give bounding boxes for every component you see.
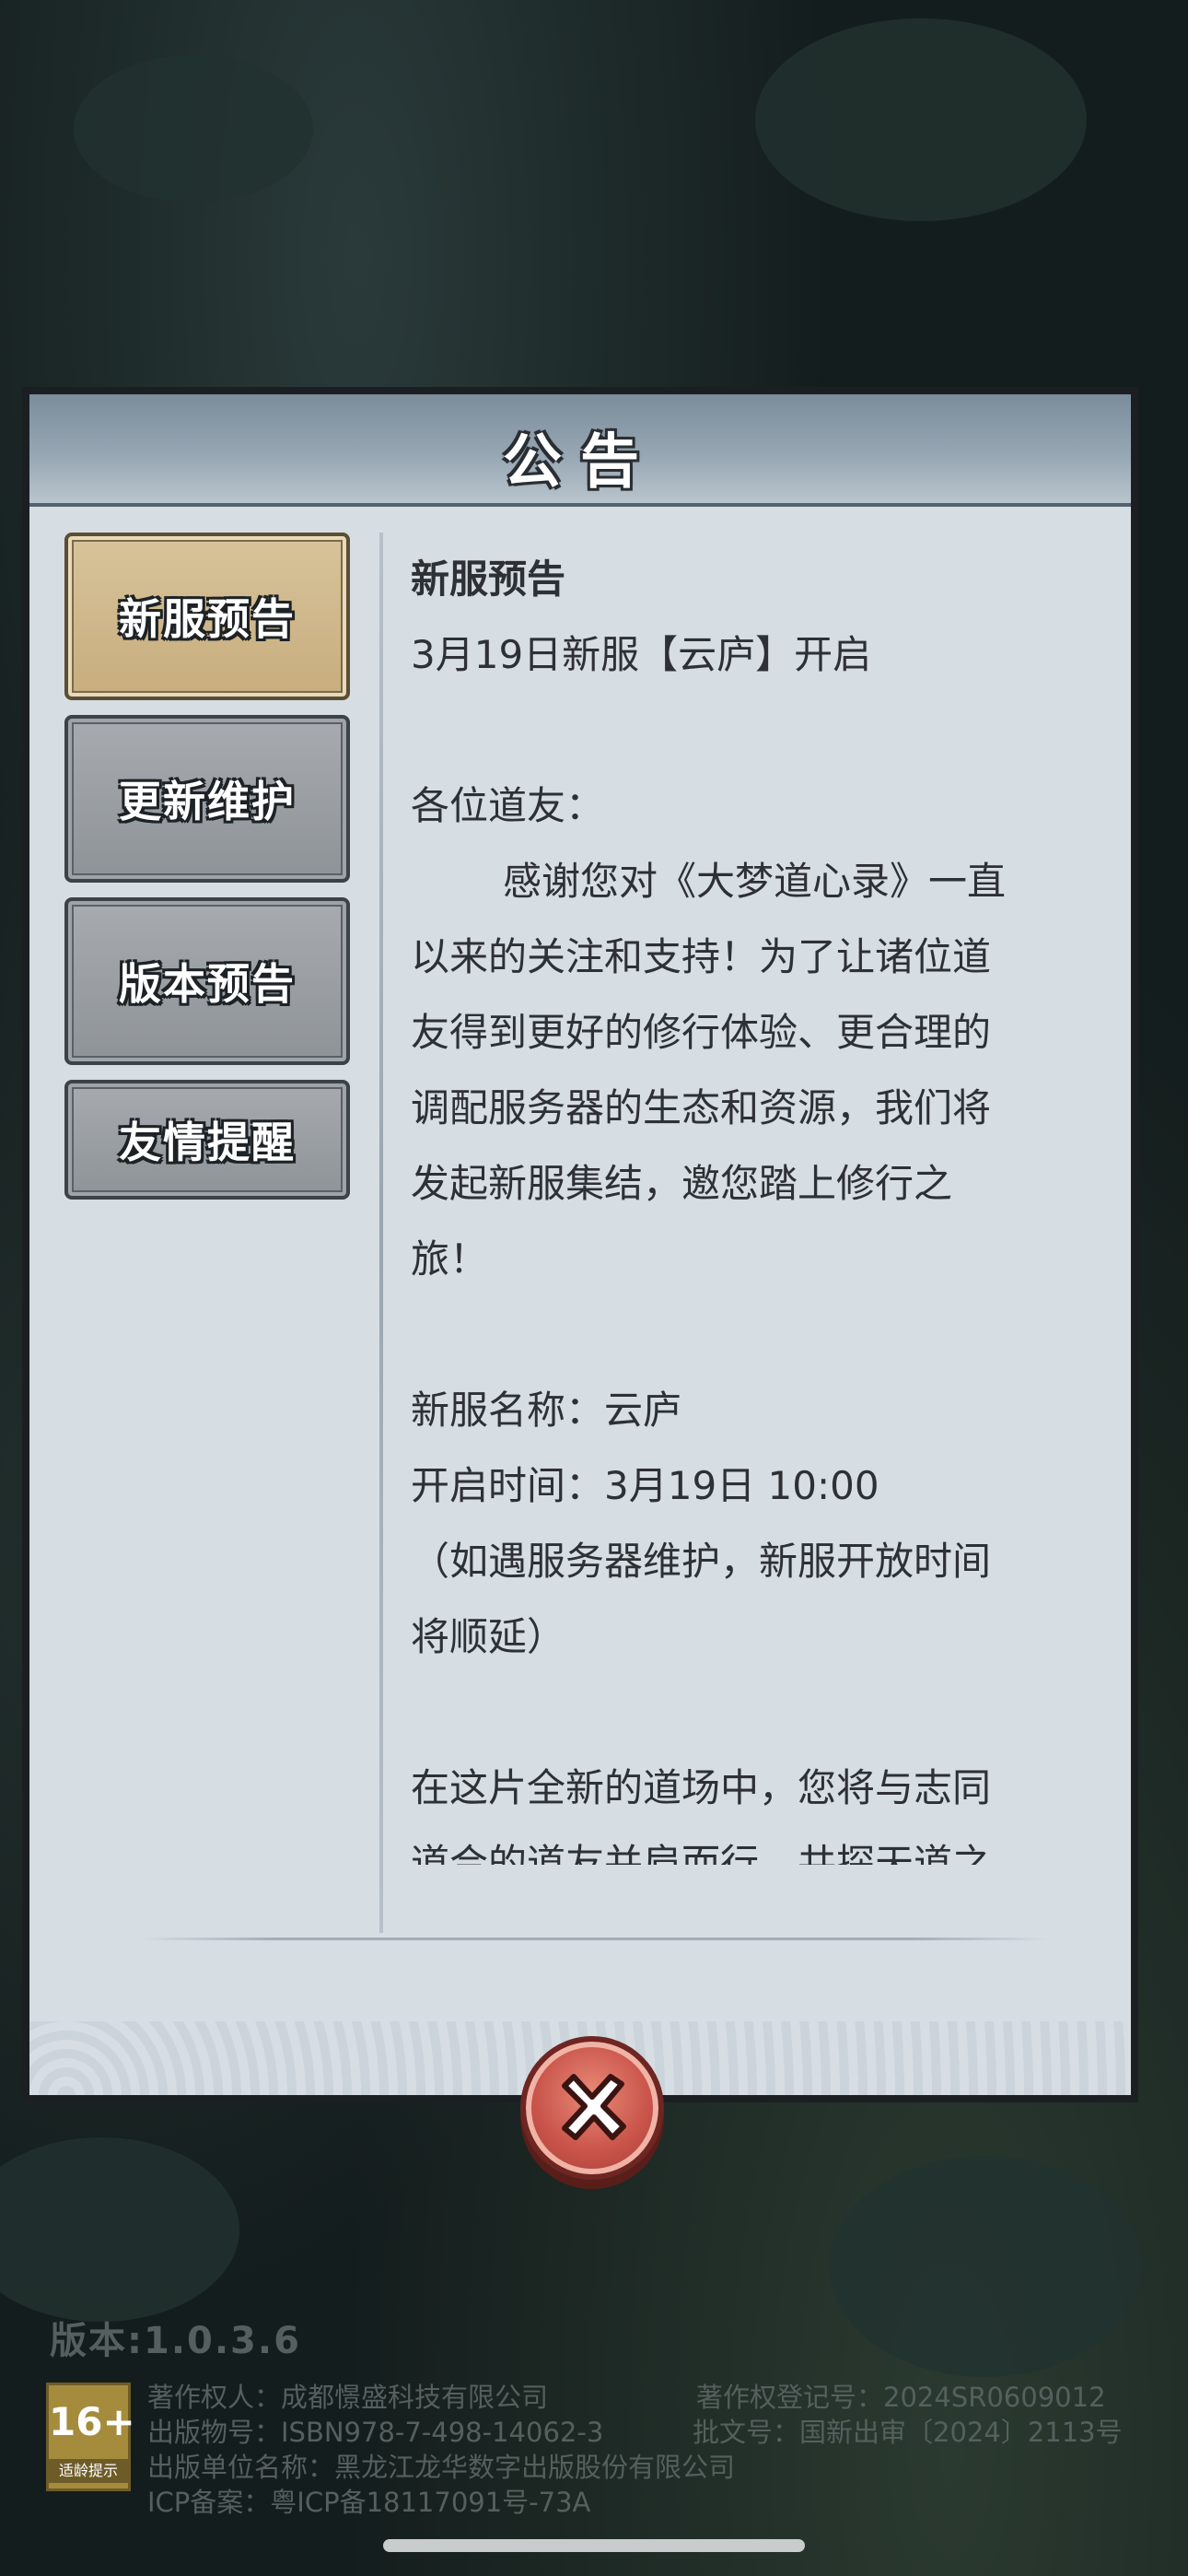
copyright-reg: 著作权登记号：2024SR0609012: [696, 2382, 1106, 2413]
icp-record: ICP备案：粤ICP备18117091号-73A: [147, 2487, 591, 2518]
version-label: 版本:1.0.3.6: [50, 2320, 301, 2362]
paragraph-line: 道合的道友并肩而行，共探天道之: [411, 1841, 992, 1865]
tab-label: 友情提醒: [119, 1118, 296, 1167]
tab-new-server-notice[interactable]: 新服预告: [64, 533, 350, 700]
tab-update-maintenance[interactable]: 更新维护: [64, 715, 350, 883]
vertical-divider: [379, 533, 383, 1933]
tab-label: 版本预告: [119, 959, 296, 1009]
horizontal-divider: [140, 1938, 1048, 1940]
copyright-holder: 著作权人：成都憬盛科技有限公司: [147, 2382, 549, 2413]
note-line: 将顺延）: [411, 1614, 566, 1659]
paragraph-line: 以来的关注和支持！为了让诸位道: [411, 934, 992, 979]
publication-no: 出版物号：ISBN978-7-498-14062-3: [147, 2417, 604, 2448]
paragraph-line: 调配服务器的生态和资源，我们将: [411, 1085, 992, 1130]
paragraph-line: 在这片全新的道场中，您将与志同: [411, 1765, 992, 1810]
server-name: 新服名称：云庐: [411, 1388, 682, 1433]
paragraph-line: 旅！: [411, 1236, 489, 1282]
age-hint: 适龄提示: [49, 2459, 128, 2483]
age-rating: 16+: [49, 2399, 135, 2444]
close-button[interactable]: [520, 2036, 664, 2180]
paragraph-line: 发起新服集结，邀您踏上修行之: [411, 1161, 953, 1206]
announcement-headline: 3月19日新服【云庐】开启: [411, 632, 872, 677]
tab-version-notice[interactable]: 版本预告: [64, 897, 350, 1065]
tab-list: 新服预告 更新维护 版本预告 友情提醒: [64, 533, 350, 1214]
announcement-content[interactable]: 新服预告 3月19日新服【云庐】开启 各位道友： 感谢您对《大梦道心录》一直 以…: [411, 542, 1111, 1865]
announcement-dialog: 公告 新服预告 更新维护 版本预告 友情提醒 新服预告 3月19日新服【云庐】开…: [22, 387, 1138, 2102]
tab-label: 更新维护: [119, 777, 296, 826]
home-indicator[interactable]: [383, 2539, 805, 2552]
paragraph-line: 友得到更好的修行体验、更合理的: [411, 1010, 992, 1055]
open-time: 开启时间：3月19日 10:00: [411, 1463, 879, 1508]
dialog-header: 公告: [29, 394, 1131, 507]
approval-no: 批文号：国新出审〔2024〕2113号: [693, 2417, 1123, 2448]
close-icon: [562, 2074, 626, 2140]
dialog-title: 公告: [503, 428, 658, 497]
announcement-title: 新服预告: [411, 556, 566, 602]
paragraph-line: 感谢您对《大梦道心录》一直: [503, 859, 1007, 904]
tab-label: 新服预告: [119, 594, 296, 644]
publisher: 出版单位名称：黑龙江龙华数字出版股份有限公司: [147, 2452, 736, 2483]
note-line: （如遇服务器维护，新服开放时间: [411, 1539, 992, 1584]
greeting: 各位道友：: [411, 783, 605, 828]
tab-friendly-reminder[interactable]: 友情提醒: [64, 1080, 350, 1200]
age-rating-badge: 16+ 适龄提示: [46, 2383, 135, 2491]
